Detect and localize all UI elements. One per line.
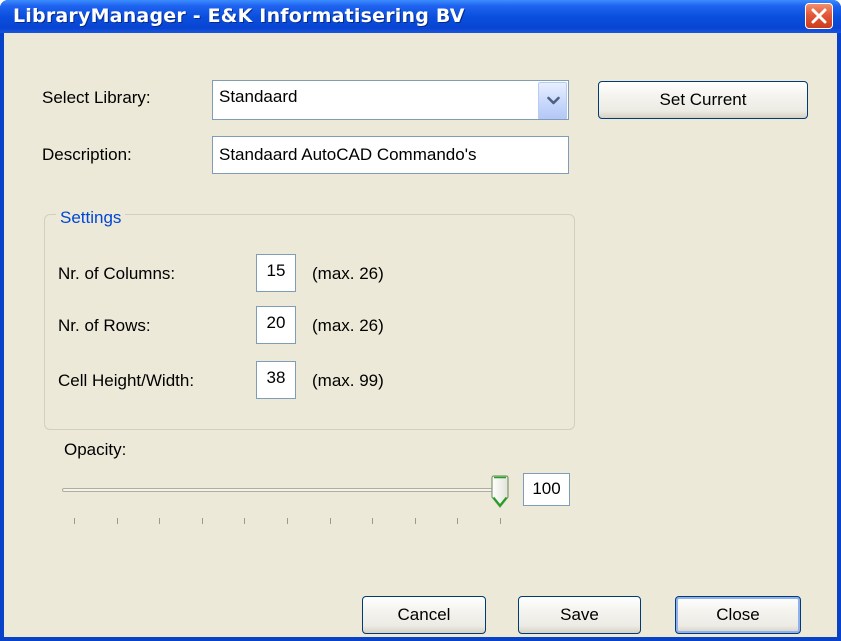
cancel-button[interactable]: Cancel <box>362 596 486 634</box>
columns-max-text: (max. 26) <box>312 264 384 283</box>
select-library-value: Standaard <box>219 87 298 106</box>
columns-input[interactable]: 15 <box>256 254 296 292</box>
settings-group-title: Settings <box>56 208 126 228</box>
close-icon <box>811 8 827 24</box>
opacity-slider-tick <box>372 518 374 524</box>
rows-max-text: (max. 26) <box>312 316 384 335</box>
opacity-slider-tick <box>74 518 75 524</box>
library-manager-window: LibraryManager - E&K Informatisering BV … <box>0 0 841 641</box>
opacity-slider-tick <box>457 518 459 524</box>
opacity-label: Opacity: <box>64 440 127 459</box>
columns-label: Nr. of Columns: <box>58 264 176 283</box>
opacity-slider-tick <box>159 518 161 524</box>
cell-size-input[interactable]: 38 <box>256 361 296 399</box>
description-value: Standaard AutoCAD Commando's <box>219 145 477 164</box>
opacity-slider-tick <box>287 518 288 524</box>
opacity-slider-tick <box>116 518 118 524</box>
opacity-slider-track[interactable] <box>62 488 500 492</box>
description-field[interactable]: Standaard AutoCAD Commando's <box>212 136 569 174</box>
close-button[interactable]: Close <box>675 596 801 634</box>
opacity-slider-tick <box>201 518 203 524</box>
opacity-slider-thumb[interactable] <box>490 475 510 509</box>
window-title: LibraryManager - E&K Informatisering BV <box>13 5 465 27</box>
description-label: Description: <box>42 145 132 164</box>
opacity-value-box: 100 <box>523 473 570 506</box>
save-button-label: Save <box>560 605 599 624</box>
title-bar[interactable]: LibraryManager - E&K Informatisering BV <box>0 0 841 33</box>
rows-label: Nr. of Rows: <box>58 316 151 335</box>
close-button-label: Close <box>716 605 760 624</box>
opacity-slider-tick <box>500 518 501 524</box>
opacity-slider-tick <box>244 518 246 524</box>
select-library-dropdown[interactable]: Standaard <box>212 80 569 120</box>
set-current-button[interactable]: Set Current <box>598 81 808 119</box>
opacity-slider-tick <box>414 518 416 524</box>
cell-size-max-text: (max. 99) <box>312 371 384 390</box>
set-current-label: Set Current <box>659 90 747 109</box>
chevron-down-icon <box>547 96 560 105</box>
dropdown-button[interactable] <box>538 82 567 119</box>
opacity-value: 100 <box>532 479 561 498</box>
columns-value: 15 <box>266 261 286 280</box>
rows-value: 20 <box>266 313 286 332</box>
cell-size-value: 38 <box>266 368 286 387</box>
rows-input[interactable]: 20 <box>256 306 296 344</box>
select-library-label: Select Library: <box>42 88 151 107</box>
cancel-button-label: Cancel <box>397 605 451 624</box>
save-button[interactable]: Save <box>518 596 641 634</box>
window-close-button[interactable] <box>805 3 833 29</box>
opacity-slider-tick <box>329 518 331 524</box>
cell-size-label: Cell Height/Width: <box>58 371 195 390</box>
